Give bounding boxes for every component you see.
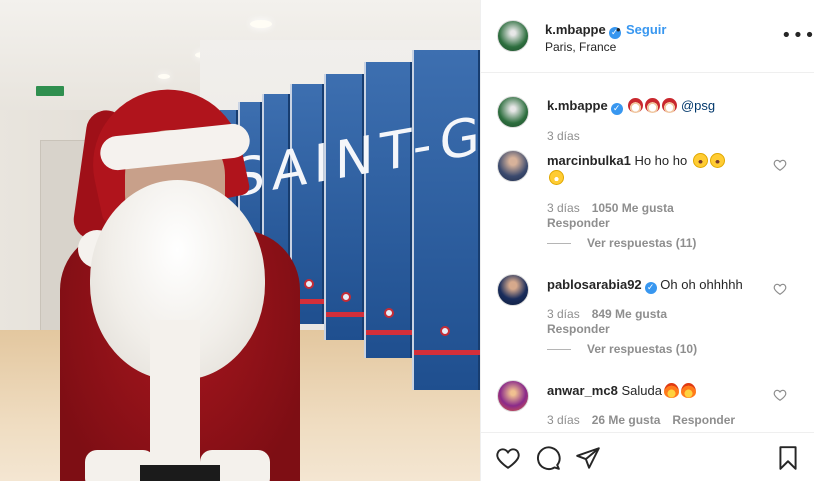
commenter-avatar[interactable] <box>497 150 529 182</box>
santa-emoji <box>645 98 661 113</box>
ceiling-lamp <box>158 74 170 79</box>
locker <box>364 62 412 358</box>
verified-icon: ✓ <box>644 282 657 294</box>
caption-time[interactable]: 3 días <box>547 129 580 143</box>
comment-like-icon[interactable] <box>773 158 787 172</box>
ceiling-lamp <box>250 20 272 28</box>
grinning-emoji <box>549 170 564 185</box>
commenter-username[interactable]: anwar_mc8 <box>547 383 618 398</box>
post-photo[interactable]: SAINT-GEN <box>0 0 480 481</box>
view-replies-button[interactable]: Ver respuestas (11) <box>547 236 696 250</box>
share-icon[interactable] <box>575 445 601 471</box>
reply-button[interactable]: Responder <box>547 322 610 336</box>
caption-avatar[interactable] <box>497 96 529 128</box>
commenter-username[interactable]: pablosarabia92 <box>547 277 642 292</box>
bookmark-icon[interactable] <box>775 445 801 471</box>
comment-like-icon[interactable] <box>773 282 787 296</box>
comment-text: Saluda <box>621 383 662 398</box>
fire-emoji <box>680 383 696 398</box>
reply-button[interactable]: Responder <box>672 413 735 427</box>
fire-emoji <box>663 383 679 398</box>
replies-divider <box>547 349 571 351</box>
comment-time[interactable]: 3 días <box>547 201 580 215</box>
more-icon[interactable]: ••• <box>781 25 814 46</box>
verified-icon: ✓ <box>610 103 623 115</box>
commenter-avatar[interactable] <box>497 380 529 412</box>
author-avatar[interactable] <box>497 20 529 52</box>
comment-like-icon[interactable] <box>773 388 787 402</box>
comment-meta: 3 días 849 Me gusta <box>547 307 667 321</box>
caption-username[interactable]: k.mbappe <box>547 98 608 113</box>
header-separator: • <box>616 22 621 37</box>
comment-emoji-line <box>547 170 564 185</box>
comment-likes[interactable]: 26 Me gusta <box>592 413 661 427</box>
view-replies-button[interactable]: Ver respuestas (10) <box>547 342 697 356</box>
comment-body: anwar_mc8 Saluda <box>547 383 696 398</box>
follow-button[interactable]: Seguir <box>626 22 666 37</box>
santa-emoji <box>628 98 644 113</box>
laughing-emoji <box>692 153 708 168</box>
mention-link[interactable]: @psg <box>681 98 715 113</box>
comment-meta: 3 días 1050 Me gusta <box>547 201 674 215</box>
laughing-emoji <box>709 153 725 168</box>
post-action-bar <box>481 432 814 481</box>
commenter-username[interactable]: marcinbulka1 <box>547 153 631 168</box>
comment-likes[interactable]: 849 Me gusta <box>592 307 667 321</box>
comment-meta: 3 días 26 Me gusta Responder <box>547 413 735 427</box>
caption: k.mbappe ✓ @psg <box>547 98 715 115</box>
comment-text: Oh oh ohhhhh <box>660 277 743 292</box>
santa-coat-fur <box>150 320 200 481</box>
comment-text: Ho ho ho <box>634 153 688 168</box>
santa-belt <box>140 465 220 481</box>
comment-likes[interactable]: 1050 Me gusta <box>592 201 674 215</box>
commenter-avatar[interactable] <box>497 274 529 306</box>
comment-time[interactable]: 3 días <box>547 307 580 321</box>
heart-icon[interactable] <box>495 445 521 471</box>
post-header: k.mbappe ✓ • Seguir Paris, France ••• <box>481 0 814 73</box>
comment-body: marcinbulka1 Ho ho ho <box>547 153 725 168</box>
comment-icon[interactable] <box>535 445 561 471</box>
santa-emoji <box>662 98 678 113</box>
comment-body: pablosarabia92 ✓ Oh oh ohhhhh <box>547 277 743 294</box>
locker <box>324 74 364 340</box>
santa-figure <box>50 75 310 481</box>
author-username[interactable]: k.mbappe ✓ <box>545 22 621 39</box>
comment-time[interactable]: 3 días <box>547 413 580 427</box>
post-location[interactable]: Paris, France <box>545 40 616 54</box>
post-side-panel: k.mbappe ✓ • Seguir Paris, France ••• k.m… <box>480 0 814 481</box>
replies-divider <box>547 243 571 245</box>
reply-button[interactable]: Responder <box>547 216 610 230</box>
locker <box>412 50 480 390</box>
